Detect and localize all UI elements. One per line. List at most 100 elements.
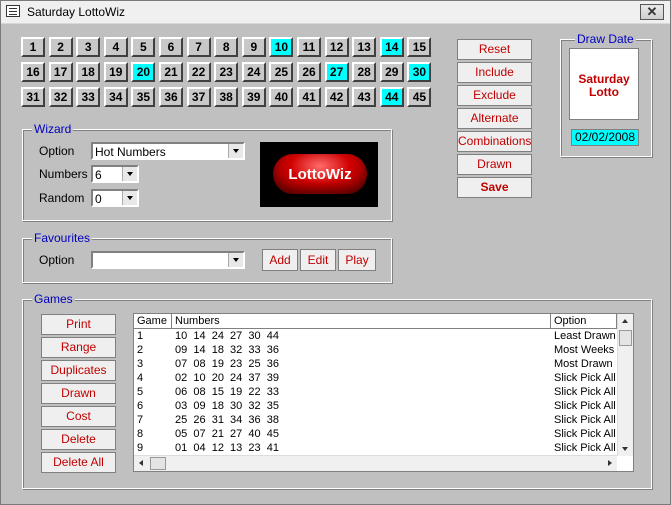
combinations-button[interactable]: Combinations [457, 131, 532, 152]
chevron-down-icon[interactable] [228, 144, 243, 158]
number-button-6[interactable]: 6 [159, 37, 183, 57]
number-button-37[interactable]: 37 [186, 87, 211, 107]
wizard-option-select[interactable]: Hot Numbers [91, 142, 245, 160]
number-button-1[interactable]: 1 [21, 37, 45, 57]
scroll-up-icon[interactable] [618, 314, 633, 328]
number-button-15[interactable]: 15 [407, 37, 432, 57]
cost-button[interactable]: Cost [41, 406, 116, 427]
number-button-10[interactable]: 10 [269, 37, 294, 57]
number-button-21[interactable]: 21 [159, 62, 183, 82]
number-button-3[interactable]: 3 [76, 37, 101, 57]
number-button-8[interactable]: 8 [214, 37, 239, 57]
number-button-28[interactable]: 28 [352, 62, 377, 82]
games-drawn-before-button[interactable]: Drawn Before [41, 383, 116, 419]
number-button-34[interactable]: 34 [103, 87, 128, 107]
number-button-42[interactable]: 42 [324, 87, 349, 107]
number-button-22[interactable]: 22 [186, 62, 211, 82]
number-button-23[interactable]: 23 [214, 62, 239, 82]
number-button-32[interactable]: 32 [48, 87, 73, 107]
number-button-26[interactable]: 26 [297, 62, 321, 82]
number-button-29[interactable]: 29 [379, 62, 404, 82]
table-row[interactable]: 2 09 14 18 32 33 36 Most Weeks [134, 343, 617, 357]
horizontal-scrollbar[interactable] [134, 455, 617, 471]
duplicates-button[interactable]: Duplicates [41, 360, 116, 381]
scroll-left-icon[interactable] [134, 456, 148, 471]
number-button-31[interactable]: 31 [21, 87, 45, 107]
vertical-scrollbar[interactable] [617, 314, 633, 456]
number-button-16[interactable]: 16 [21, 62, 45, 82]
number-button-12[interactable]: 12 [324, 37, 349, 57]
include-button[interactable]: Include [457, 62, 532, 83]
number-button-25[interactable]: 25 [269, 62, 294, 82]
alternate-button[interactable]: Alternate [457, 108, 532, 129]
numbers-cell: 05 07 21 27 40 45 [175, 428, 279, 440]
favourites-option-label: Option [39, 253, 75, 267]
table-row[interactable]: 3 07 08 19 23 25 36 Most Drawn [134, 357, 617, 371]
number-button-40[interactable]: 40 [269, 87, 294, 107]
favourites-legend: Favourites [32, 231, 93, 245]
delete-all-button[interactable]: Delete All [41, 452, 116, 473]
reset-button[interactable]: Reset [457, 39, 532, 60]
scroll-down-icon[interactable] [618, 442, 633, 456]
table-row[interactable]: 9 01 04 12 13 23 41 Slick Pick All [134, 441, 617, 455]
favourites-option-select[interactable] [91, 251, 245, 269]
option-cell: Slick Pick All [554, 386, 616, 398]
number-button-33[interactable]: 33 [76, 87, 101, 107]
number-button-4[interactable]: 4 [103, 37, 128, 57]
table-row[interactable]: 8 05 07 21 27 40 45 Slick Pick All [134, 427, 617, 441]
number-button-20[interactable]: 20 [131, 62, 156, 82]
number-button-27[interactable]: 27 [324, 62, 349, 82]
edit-button[interactable]: Edit [300, 249, 336, 271]
number-button-18[interactable]: 18 [76, 62, 101, 82]
number-button-9[interactable]: 9 [241, 37, 266, 57]
number-button-5[interactable]: 5 [131, 37, 156, 57]
wizard-numbers-select[interactable]: 6 [91, 165, 139, 183]
number-button-19[interactable]: 19 [103, 62, 128, 82]
drawn-before-button[interactable]: Drawn Before [457, 154, 532, 190]
number-button-24[interactable]: 24 [241, 62, 266, 82]
number-button-2[interactable]: 2 [48, 37, 73, 57]
scroll-right-icon[interactable] [603, 456, 617, 471]
table-row[interactable]: 1 10 14 24 27 30 44 Least Drawn [134, 329, 617, 343]
exclude-button[interactable]: Exclude [457, 85, 532, 106]
header-option[interactable]: Option [551, 314, 617, 328]
print-button[interactable]: Print [41, 314, 116, 335]
hscroll-thumb[interactable] [150, 457, 166, 470]
header-numbers[interactable]: Numbers [172, 314, 551, 328]
delete-button[interactable]: Delete [41, 429, 116, 450]
games-list[interactable]: Game Numbers Option 1 10 14 24 27 30 44 Le… [133, 313, 634, 472]
table-row[interactable]: 7 25 26 31 34 36 38 Slick Pick All [134, 413, 617, 427]
number-button-17[interactable]: 17 [48, 62, 73, 82]
close-button[interactable]: ✕ [640, 4, 664, 20]
table-row[interactable]: 5 06 08 15 19 22 33 Slick Pick All [134, 385, 617, 399]
draw-date-field[interactable]: 02/02/2008 [571, 129, 639, 146]
number-button-38[interactable]: 38 [214, 87, 239, 107]
table-row[interactable]: 6 03 09 18 30 32 35 Slick Pick All [134, 399, 617, 413]
scroll-thumb[interactable] [619, 330, 632, 346]
header-game[interactable]: Game [134, 314, 172, 328]
number-button-41[interactable]: 41 [297, 87, 321, 107]
play-button[interactable]: Play [338, 249, 376, 271]
chevron-down-icon[interactable] [228, 253, 243, 267]
number-button-39[interactable]: 39 [241, 87, 266, 107]
save-button[interactable]: Save [457, 177, 532, 198]
number-button-11[interactable]: 11 [297, 37, 321, 57]
wizard-random-select[interactable]: 0 [91, 189, 139, 207]
number-button-14[interactable]: 14 [379, 37, 404, 57]
lottowiz-logo[interactable]: LottoWiz [260, 142, 378, 207]
chevron-down-icon[interactable] [122, 167, 137, 181]
number-button-30[interactable]: 30 [407, 62, 432, 82]
number-button-36[interactable]: 36 [159, 87, 183, 107]
game-cell: 9 [137, 442, 144, 454]
range-button[interactable]: Range [41, 337, 116, 358]
number-button-44[interactable]: 44 [379, 87, 404, 107]
number-button-45[interactable]: 45 [407, 87, 432, 107]
chevron-down-icon[interactable] [122, 191, 137, 205]
number-button-35[interactable]: 35 [131, 87, 156, 107]
add-button[interactable]: Add [262, 249, 298, 271]
number-button-43[interactable]: 43 [352, 87, 377, 107]
table-row[interactable]: 4 02 10 20 24 37 39 Slick Pick All [134, 371, 617, 385]
number-button-13[interactable]: 13 [352, 37, 377, 57]
number-button-7[interactable]: 7 [186, 37, 211, 57]
option-cell: Slick Pick All [554, 372, 616, 384]
